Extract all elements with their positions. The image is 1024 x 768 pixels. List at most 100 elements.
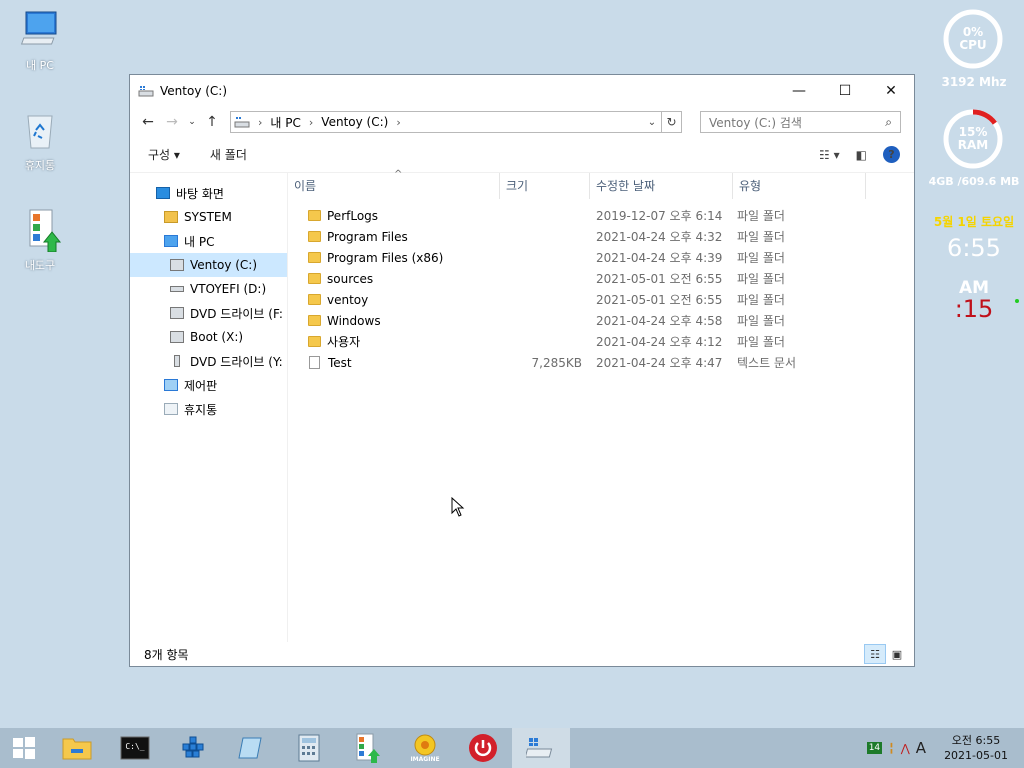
file-date: 2021-04-24 오후 4:39 xyxy=(596,251,723,265)
folder-icon xyxy=(308,294,321,305)
text-file-icon xyxy=(309,356,320,369)
up-button[interactable]: ↑ xyxy=(200,114,224,130)
nav-item-desktop[interactable]: 바탕 화면 xyxy=(130,181,287,205)
nav-item-dvd-y[interactable]: DVD 드라이브 (Y: xyxy=(130,349,287,373)
forward-button[interactable]: → xyxy=(160,114,184,130)
file-date: 2021-04-24 오후 4:58 xyxy=(596,314,723,328)
nav-item-vtoyefi-d[interactable]: VTOYEFI (D:) xyxy=(130,277,287,301)
desktop-icon-my-tools[interactable]: 내도구 xyxy=(10,208,70,273)
taskbar: C:\_ IMAGINE 14 ╏ ⋀ A 오전 6:55 2021-05-01 xyxy=(0,728,1024,768)
system-tray: 14 ╏ ⋀ A 오전 6:55 2021-05-01 xyxy=(861,733,1024,763)
breadcrumb-ventoy-c[interactable]: Ventoy (C:) xyxy=(321,115,388,129)
refresh-button[interactable]: ↻ xyxy=(662,111,682,133)
search-placeholder: Ventoy (C:) 검색 xyxy=(709,115,802,130)
nav-item-ventoy-c[interactable]: Ventoy (C:) xyxy=(130,253,287,277)
file-row[interactable]: sources 2021-05-01 오전 6:55 파일 폴더 xyxy=(288,268,914,289)
back-button[interactable]: ← xyxy=(136,114,160,130)
cpu-frequency: 3192 Mhz xyxy=(941,75,1007,89)
notepad-icon xyxy=(238,737,262,759)
control-panel-icon xyxy=(164,379,178,391)
close-button[interactable]: ✕ xyxy=(868,75,914,107)
nav-item-boot-x[interactable]: Boot (X:) xyxy=(130,325,287,349)
taskbar-command-prompt[interactable]: C:\_ xyxy=(106,728,164,768)
imagine-label: IMAGINE xyxy=(410,756,440,763)
address-bar[interactable]: › 내 PC › Ventoy (C:) › ⌄ xyxy=(230,111,662,133)
file-row[interactable]: 사용자 2021-04-24 오후 4:12 파일 폴더 xyxy=(288,331,914,352)
maximize-button[interactable]: ☐ xyxy=(822,75,868,107)
desktop-icon xyxy=(156,187,170,199)
my-tools-icon xyxy=(356,733,380,763)
taskbar-blocks-app[interactable] xyxy=(164,728,222,768)
taskbar-power[interactable] xyxy=(454,728,512,768)
file-name: Program Files xyxy=(327,229,408,244)
minimize-button[interactable]: — xyxy=(776,75,822,107)
organize-button[interactable]: 구성 ▾ xyxy=(148,146,180,163)
file-name-cell: Program Files (x86) xyxy=(288,251,500,265)
start-button[interactable] xyxy=(0,728,48,768)
ime-indicator[interactable]: A xyxy=(916,739,926,757)
title-bar[interactable]: Ventoy (C:) — ☐ ✕ xyxy=(130,75,914,107)
blocks-app-icon xyxy=(182,736,204,758)
search-input[interactable]: Ventoy (C:) 검색 ⌕ xyxy=(700,111,901,133)
file-type: 파일 폴더 xyxy=(737,335,785,349)
desktop-icon-my-pc[interactable]: 내 PC xyxy=(10,10,70,73)
desktop-icon-recycle-bin[interactable]: 휴지통 xyxy=(10,110,70,173)
file-row[interactable]: Program Files (x86) 2021-04-24 오후 4:39 파일 … xyxy=(288,247,914,268)
taskbar-file-explorer[interactable] xyxy=(48,728,106,768)
file-row[interactable]: Test 7,285KB 2021-04-24 오후 4:47 텍스트 문서 xyxy=(288,352,914,373)
tray-badge-icon[interactable]: 14 xyxy=(866,742,883,754)
file-name: ventoy xyxy=(327,292,369,307)
computer-icon xyxy=(20,11,57,45)
my-tools-icon xyxy=(29,209,62,253)
power-icon xyxy=(469,734,497,762)
help-icon[interactable]: ? xyxy=(883,146,900,163)
file-type: 파일 폴더 xyxy=(737,209,785,223)
tray-usb-icon[interactable]: ╏ xyxy=(888,742,895,755)
file-type: 텍스트 문서 xyxy=(737,356,797,370)
nav-item-label: Ventoy (C:) xyxy=(190,258,258,272)
nav-item-my-pc[interactable]: 내 PC xyxy=(130,229,287,253)
taskbar-my-tools[interactable] xyxy=(338,728,396,768)
column-header-type[interactable]: 유형 xyxy=(733,172,866,199)
item-count: 8개 항목 xyxy=(144,647,189,662)
column-header-label: 이름 xyxy=(294,179,317,193)
taskbar-imagine[interactable]: IMAGINE xyxy=(396,728,454,768)
tray-network-icon[interactable]: ⋀ xyxy=(901,742,910,755)
file-name-cell: Test xyxy=(288,356,500,370)
recent-locations-button[interactable]: ⌄ xyxy=(184,117,200,127)
taskbar-drive-window[interactable] xyxy=(512,728,570,768)
nav-item-dvd-f[interactable]: DVD 드라이브 (F: xyxy=(130,301,287,325)
nav-item-system[interactable]: SYSTEM xyxy=(130,205,287,229)
ram-usage: 4GB /609.6 MB xyxy=(928,175,1020,188)
breadcrumb-separator[interactable]: › xyxy=(396,116,400,129)
taskbar-clock[interactable]: 오전 6:55 2021-05-01 xyxy=(944,733,1008,763)
large-icons-view-button[interactable]: ▣ xyxy=(886,644,908,664)
taskbar-notepad[interactable] xyxy=(222,728,280,768)
column-header-date[interactable]: 수정한 날짜 xyxy=(590,172,733,199)
sort-ascending-icon: ^ xyxy=(394,169,403,180)
file-row[interactable]: Windows 2021-04-24 오후 4:58 파일 폴더 xyxy=(288,310,914,331)
breadcrumb-separator[interactable]: › xyxy=(309,116,313,129)
breadcrumb-my-pc[interactable]: 내 PC xyxy=(270,114,300,131)
view-options-icon[interactable]: ☷ ▾ xyxy=(819,148,840,162)
nav-item-label: 바탕 화면 xyxy=(176,186,224,201)
drive-icon xyxy=(170,286,184,292)
address-bar-row: ← → ⌄ ↑ › 내 PC › Ventoy (C:) › ⌄ ↻ Vento… xyxy=(130,107,914,137)
preview-pane-icon[interactable]: ◧ xyxy=(856,148,867,162)
file-row[interactable]: Program Files 2021-04-24 오후 4:32 파일 폴더 xyxy=(288,226,914,247)
file-size: 7,285KB xyxy=(531,355,582,370)
chevron-down-icon[interactable]: ⌄ xyxy=(643,117,661,128)
taskbar-calculator[interactable] xyxy=(280,728,338,768)
new-folder-button[interactable]: 새 폴더 xyxy=(210,146,247,163)
details-view-button[interactable]: ☷ xyxy=(864,644,886,664)
nav-item-recycle-bin[interactable]: 휴지통 xyxy=(130,397,287,421)
explorer-window[interactable]: Ventoy (C:) — ☐ ✕ ← → ⌄ ↑ › 내 PC › Vento… xyxy=(129,74,915,667)
file-row[interactable]: ventoy 2021-05-01 오전 6:55 파일 폴더 xyxy=(288,289,914,310)
column-header-size[interactable]: 크기 xyxy=(500,172,590,199)
breadcrumb-separator[interactable]: › xyxy=(258,116,262,129)
folder-icon xyxy=(308,210,321,221)
nav-item-control-panel[interactable]: 제어판 xyxy=(130,373,287,397)
file-date: 2021-05-01 오전 6:55 xyxy=(596,293,723,307)
file-row[interactable]: PerfLogs 2019-12-07 오후 6:14 파일 폴더 xyxy=(288,205,914,226)
file-name: 사용자 xyxy=(327,335,361,349)
